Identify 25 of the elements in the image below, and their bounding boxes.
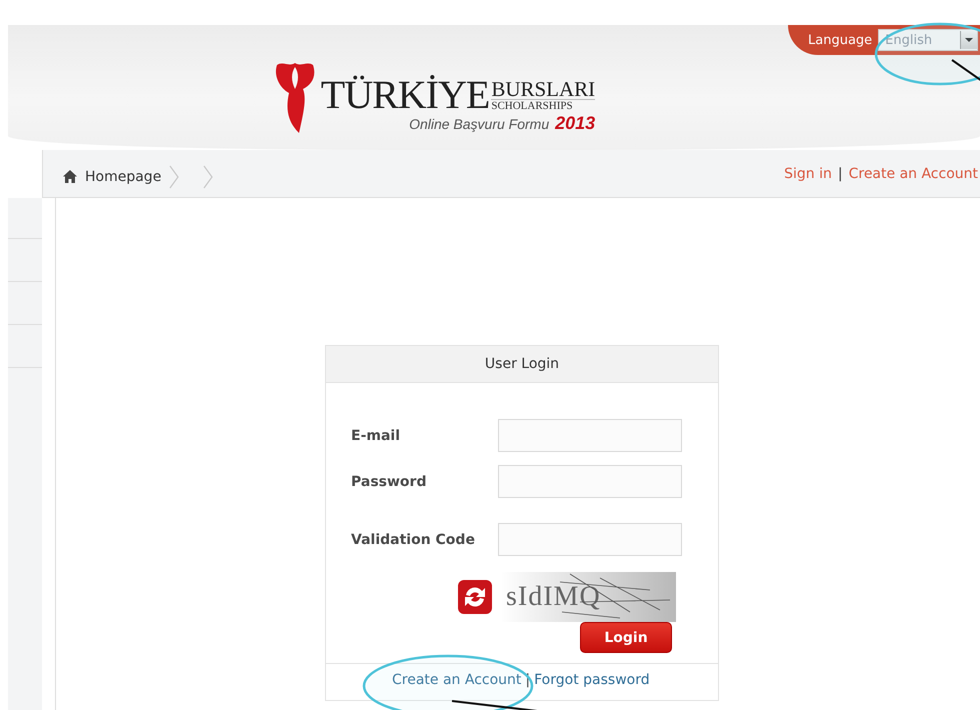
logo-year: 2013 [555, 113, 596, 134]
input-field[interactable] [498, 419, 682, 452]
header-link[interactable]: Sign in [784, 166, 832, 182]
language-label: Language [808, 32, 872, 48]
header-link[interactable]: Create an Account [848, 166, 978, 182]
link-separator: | [838, 166, 843, 182]
field-label: Validation Code [351, 532, 475, 548]
logo-title: TÜRKİYE [320, 77, 490, 113]
field-label: Password [351, 474, 426, 490]
login-title: User Login [484, 356, 560, 372]
home-icon [63, 170, 77, 183]
input-field[interactable] [498, 465, 682, 498]
field-label: E-mail [351, 428, 400, 444]
refresh-icon[interactable] [458, 580, 492, 614]
logo-subtitle: SCHOLARSHIPS [491, 100, 574, 113]
chevron-icon [203, 164, 214, 188]
chevron-icon [169, 164, 180, 188]
breadcrumb-link[interactable]: Homepage [85, 168, 162, 184]
logo-tagline: Online Başvuru Formu [409, 116, 550, 132]
language-select[interactable]: English [878, 29, 978, 51]
footer-link[interactable]: Create an Account [392, 672, 522, 688]
input-field[interactable] [498, 523, 682, 556]
login-button[interactable]: Login [580, 622, 672, 653]
logo-subtitle: BURSLARI [491, 79, 596, 100]
footer-link[interactable]: Forgot password [534, 672, 650, 688]
